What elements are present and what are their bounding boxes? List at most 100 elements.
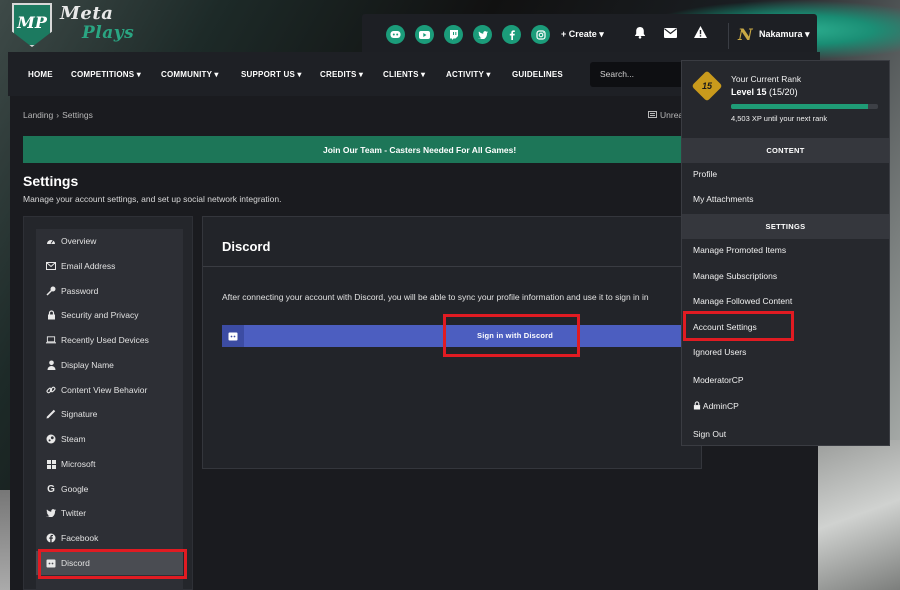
page-description: Manage your account settings, and set up…	[23, 194, 282, 204]
menu-item-manage-promoted-items[interactable]: Manage Promoted Items	[693, 245, 786, 255]
highlight-box-discord-sidebar	[38, 549, 187, 579]
nav-support-us[interactable]: SUPPORT US ▾	[241, 70, 302, 79]
sidebar-item-label: Display Name	[61, 360, 114, 370]
pen-icon	[46, 409, 56, 419]
breadcrumb-landing[interactable]: Landing	[23, 110, 53, 120]
nav-guidelines[interactable]: GUIDELINES	[512, 70, 563, 79]
envelope-icon[interactable]	[664, 26, 677, 41]
xp-progress-bar	[731, 104, 878, 109]
sidebar-item-label: Password	[61, 286, 99, 296]
laptop-icon	[46, 335, 56, 345]
twitter-icon[interactable]	[473, 25, 492, 44]
settings-menu: Overview Email Address Password Security…	[36, 229, 183, 590]
breadcrumb-settings[interactable]: Settings	[62, 110, 93, 120]
discord-icon[interactable]	[386, 25, 405, 44]
user-icon	[46, 360, 56, 370]
xp-progress-fill	[731, 104, 868, 109]
twitter-icon	[46, 508, 56, 518]
logo-shield-icon: MP	[12, 3, 52, 47]
nav-clients[interactable]: CLIENTS ▾	[383, 70, 425, 79]
menu-item-moderator-cp[interactable]: ModeratorCP	[693, 375, 744, 385]
menu-item-admin-cp[interactable]: AdminCP	[693, 401, 739, 411]
facebook-icon[interactable]	[502, 25, 521, 44]
windows-icon	[46, 459, 56, 469]
lock-icon	[46, 310, 56, 320]
sidebar-item-microsoft[interactable]: Microsoft	[36, 452, 183, 476]
sidebar-item-signature[interactable]: Signature	[36, 402, 183, 426]
page-title: Settings	[23, 173, 79, 189]
settings-sidebar: Overview Email Address Password Security…	[23, 216, 193, 590]
sidebar-item-label: Signature	[61, 409, 98, 419]
sidebar-item-password[interactable]: Password	[36, 279, 183, 303]
sidebar-item-display-name[interactable]: Display Name	[36, 353, 183, 377]
user-avatar[interactable]: N	[738, 25, 753, 44]
nav-competitions[interactable]: COMPETITIONS ▾	[71, 70, 141, 79]
create-menu-button[interactable]: + Create ▾	[561, 29, 604, 40]
top-bar: + Create ▾ N Nakamura ▾	[362, 14, 817, 56]
nav-home[interactable]: HOME	[28, 70, 53, 79]
facebook-icon	[46, 533, 56, 543]
logo-text-meta: Meta	[60, 3, 114, 24]
sidebar-item-overview[interactable]: Overview	[36, 229, 183, 253]
bell-icon[interactable]	[634, 26, 646, 42]
instagram-icon[interactable]	[531, 25, 550, 44]
menu-item-my-attachments[interactable]: My Attachments	[693, 194, 753, 204]
sidebar-item-label: Facebook	[61, 533, 99, 543]
panel-header: Discord	[203, 217, 701, 267]
sidebar-item-label: Email Address	[61, 261, 116, 271]
nav-activity[interactable]: ACTIVITY ▾	[446, 70, 491, 79]
twitch-icon[interactable]	[444, 25, 463, 44]
sidebar-item-steam[interactable]: Steam	[36, 427, 183, 451]
discord-icon	[222, 325, 244, 347]
rank-panel: 15 Your Current Rank Level 15 (15/20) 4,…	[682, 61, 889, 138]
envelope-icon	[46, 261, 56, 271]
breadcrumb: Landing › Settings	[23, 110, 93, 120]
sidebar-item-recently-used-devices[interactable]: Recently Used Devices	[36, 328, 183, 352]
menu-item-manage-subscriptions[interactable]: Manage Subscriptions	[693, 271, 777, 281]
sidebar-item-google[interactable]: G Google	[36, 477, 183, 501]
breadcrumb-separator-icon: ›	[56, 110, 60, 120]
rank-level-name: Level 15	[731, 87, 767, 97]
unread-icon	[648, 111, 657, 118]
sidebar-item-label: Content View Behavior	[61, 385, 148, 395]
sidebar-item-security-and-privacy[interactable]: Security and Privacy	[36, 303, 183, 327]
sidebar-item-label: Steam	[61, 434, 86, 444]
dashboard-icon	[46, 236, 56, 246]
nav-community[interactable]: COMMUNITY ▾	[161, 70, 219, 79]
user-dropdown-menu: 15 Your Current Rank Level 15 (15/20) 4,…	[681, 60, 890, 446]
user-menu-button[interactable]: Nakamura ▾	[759, 29, 810, 40]
menu-item-sign-out[interactable]: Sign Out	[693, 429, 726, 439]
menu-item-ignored-users[interactable]: Ignored Users	[693, 347, 746, 357]
site-logo[interactable]: MP Meta Plays	[12, 3, 152, 49]
steam-icon	[46, 434, 56, 444]
rank-level: Level 15 (15/20)	[731, 87, 798, 97]
sidebar-item-content-view-behavior[interactable]: Content View Behavior	[36, 378, 183, 402]
rank-label: Your Current Rank	[731, 74, 802, 84]
warning-icon[interactable]	[694, 26, 707, 41]
section-header-settings: SETTINGS	[682, 214, 889, 239]
sidebar-item-facebook[interactable]: Facebook	[36, 526, 183, 550]
background-rock	[815, 440, 900, 590]
highlight-box-sign-in-button	[443, 314, 580, 357]
unread-label: Unrea	[660, 110, 684, 120]
topbar-divider	[728, 23, 729, 49]
sidebar-item-label: Twitter	[61, 508, 87, 518]
search-input[interactable]: Search...	[590, 62, 690, 87]
sidebar-item-label: Microsoft	[61, 459, 96, 469]
unread-link[interactable]: Unrea	[648, 110, 683, 120]
sidebar-item-label: Security and Privacy	[61, 310, 139, 320]
logo-text-plays: Plays	[82, 23, 135, 43]
panel-description: After connecting your account with Disco…	[222, 292, 649, 302]
menu-item-profile[interactable]: Profile	[693, 169, 717, 179]
sidebar-item-twitter[interactable]: Twitter	[36, 501, 183, 525]
nav-credits[interactable]: CREDITS ▾	[320, 70, 363, 79]
lock-icon	[693, 401, 701, 410]
highlight-box-account-settings	[683, 311, 794, 341]
menu-item-manage-followed-content[interactable]: Manage Followed Content	[693, 296, 792, 306]
youtube-icon[interactable]	[415, 25, 434, 44]
sidebar-item-email-address[interactable]: Email Address	[36, 254, 183, 278]
menu-item-admin-cp-label: AdminCP	[702, 401, 739, 411]
google-icon: G	[47, 483, 55, 495]
section-header-content: CONTENT	[682, 138, 889, 163]
sidebar-item-label: Recently Used Devices	[61, 335, 149, 345]
